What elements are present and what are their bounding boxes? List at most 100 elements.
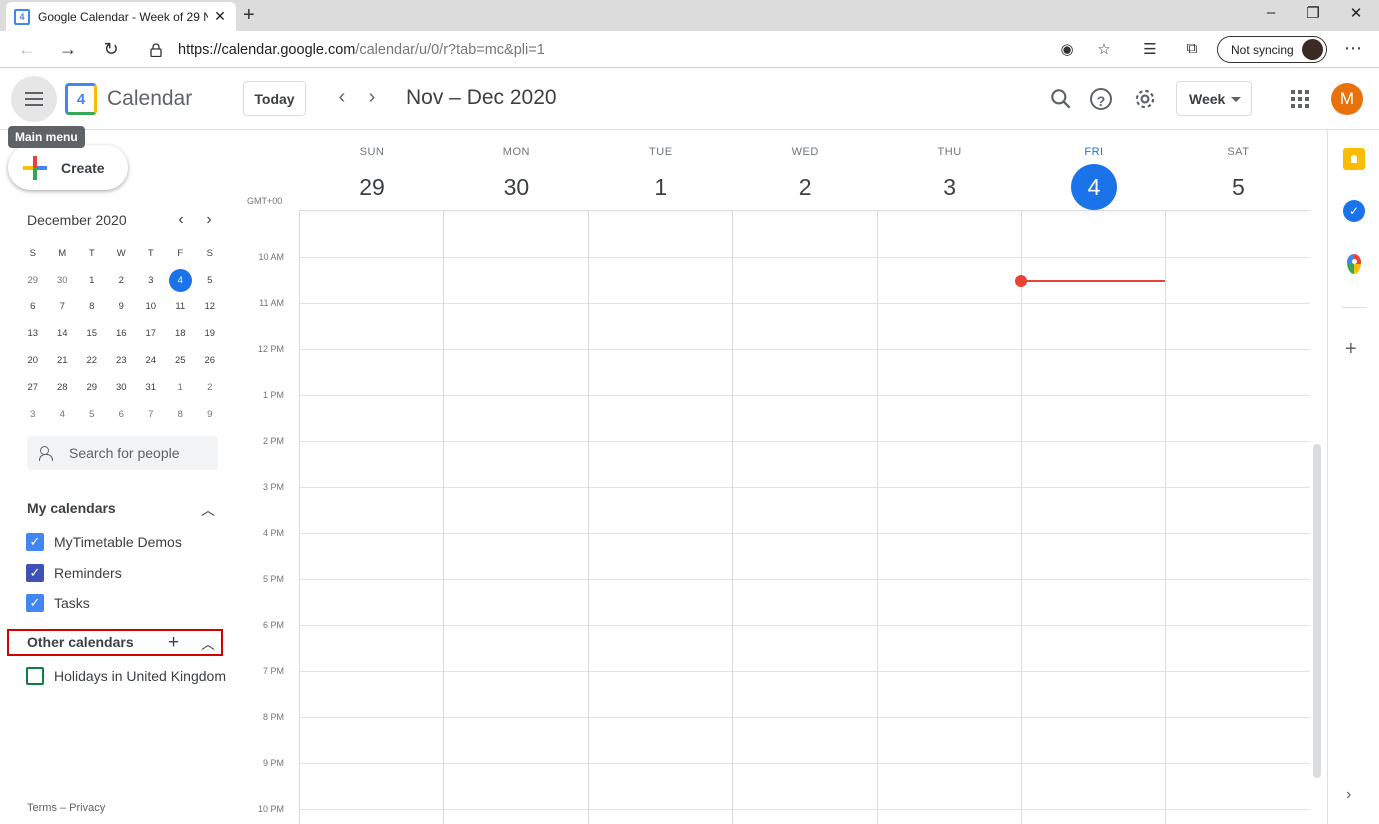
mini-day[interactable]: 29 [77, 374, 107, 401]
mini-day[interactable]: 14 [48, 320, 78, 347]
close-window-icon[interactable]: ✕ [1341, 4, 1371, 22]
calendar-item[interactable]: ✓ Reminders [26, 563, 122, 582]
account-avatar[interactable]: M [1331, 83, 1363, 115]
create-button[interactable]: Create [8, 145, 128, 190]
mini-day[interactable]: 30 [107, 374, 137, 401]
apps-grid-icon[interactable] [1291, 90, 1309, 108]
refresh-icon[interactable]: ↻ [99, 38, 123, 62]
calendar-item[interactable]: Holidays in United Kingdom [26, 667, 226, 685]
maps-icon[interactable] [1347, 254, 1361, 274]
mini-day[interactable]: 27 [18, 374, 48, 401]
mini-day[interactable]: 21 [48, 347, 78, 374]
mini-day[interactable]: 31 [136, 374, 166, 401]
mini-day[interactable]: 4 [166, 267, 196, 294]
gear-icon[interactable] [1132, 86, 1158, 112]
day-number[interactable]: 5 [1215, 164, 1261, 210]
day-header-sat[interactable]: SAT 5 [1166, 146, 1310, 210]
today-button[interactable]: Today [243, 81, 306, 116]
favorite-star-icon[interactable]: ☆ [1094, 40, 1114, 58]
mini-day[interactable]: 3 [136, 267, 166, 294]
favorites-list-icon[interactable]: ☰ [1140, 40, 1160, 58]
tracking-eye-icon[interactable]: ◉ [1057, 40, 1077, 58]
mini-prev-month-icon[interactable]: ‹ [171, 211, 191, 229]
day-number[interactable]: 2 [782, 164, 828, 210]
mini-day[interactable]: 19 [195, 320, 225, 347]
mini-day[interactable]: 7 [136, 401, 166, 428]
week-grid[interactable] [299, 211, 1310, 824]
collections-icon[interactable]: ⧉ [1182, 40, 1202, 57]
help-icon[interactable]: ? [1090, 88, 1112, 110]
day-header-wed[interactable]: WED 2 [733, 146, 877, 210]
terms-privacy-links[interactable]: Terms – Privacy [27, 802, 105, 814]
mini-day[interactable]: 1 [166, 374, 196, 401]
minimize-icon[interactable]: – [1256, 4, 1286, 21]
mini-day[interactable]: 3 [18, 401, 48, 428]
calendar-checkbox[interactable]: ✓ [26, 533, 44, 551]
mini-day[interactable]: 9 [107, 294, 137, 321]
mini-day[interactable]: 20 [18, 347, 48, 374]
main-menu-button[interactable] [11, 76, 57, 122]
mini-day[interactable]: 28 [48, 374, 78, 401]
search-icon[interactable] [1048, 86, 1074, 112]
url-field[interactable]: https://calendar.google.com/calendar/u/0… [138, 35, 1124, 64]
mini-day[interactable]: 26 [195, 347, 225, 374]
keep-icon[interactable] [1343, 148, 1365, 170]
search-people-input[interactable]: Search for people [27, 436, 218, 470]
calendar-checkbox[interactable] [26, 667, 44, 685]
mini-day[interactable]: 10 [136, 294, 166, 321]
day-header-mon[interactable]: MON 30 [444, 146, 588, 210]
restore-icon[interactable]: ❐ [1298, 4, 1328, 22]
day-header-sun[interactable]: SUN 29 [300, 146, 444, 210]
mini-day[interactable]: 24 [136, 347, 166, 374]
mini-day[interactable]: 18 [166, 320, 196, 347]
mini-day[interactable]: 9 [195, 401, 225, 428]
day-header-tue[interactable]: TUE 1 [589, 146, 733, 210]
next-week-icon[interactable]: › [361, 86, 383, 109]
day-number[interactable]: 3 [927, 164, 973, 210]
mini-day[interactable]: 8 [166, 401, 196, 428]
day-number[interactable]: 1 [638, 164, 684, 210]
my-calendars-title[interactable]: My calendars [27, 500, 116, 516]
view-select-button[interactable]: Week [1176, 81, 1252, 116]
browser-tab[interactable]: 4 Google Calendar - Week of 29 N ✕ [6, 2, 236, 31]
mini-day[interactable]: 11 [166, 294, 196, 321]
new-tab-icon[interactable]: + [243, 4, 255, 27]
collapse-other-calendars-icon[interactable]: ︿ [201, 634, 215, 654]
day-number[interactable]: 30 [493, 164, 539, 210]
mini-day[interactable]: 13 [18, 320, 48, 347]
other-calendars-title[interactable]: Other calendars [27, 634, 134, 650]
calendar-item[interactable]: ✓ MyTimetable Demos [26, 533, 182, 551]
expand-side-panel-icon[interactable]: › [1346, 786, 1351, 804]
mini-day[interactable]: 2 [195, 374, 225, 401]
close-tab-icon[interactable]: ✕ [212, 8, 228, 25]
mini-day[interactable]: 25 [166, 347, 196, 374]
mini-day[interactable]: 17 [136, 320, 166, 347]
calendar-checkbox[interactable]: ✓ [26, 594, 44, 612]
back-icon[interactable]: ← [15, 38, 39, 62]
tasks-icon[interactable]: ✓ [1343, 200, 1365, 222]
add-other-calendar-icon[interactable]: + [168, 632, 179, 654]
forward-icon[interactable]: → [56, 38, 80, 62]
mini-day[interactable]: 8 [77, 294, 107, 321]
mini-day[interactable]: 6 [18, 294, 48, 321]
collapse-my-calendars-icon[interactable]: ︿ [201, 500, 215, 520]
profile-sync-button[interactable]: Not syncing [1217, 36, 1327, 63]
previous-week-icon[interactable]: ‹ [331, 86, 353, 109]
mini-day[interactable]: 23 [107, 347, 137, 374]
more-menu-icon[interactable]: ⋯ [1341, 38, 1365, 59]
mini-day[interactable]: 2 [107, 267, 137, 294]
mini-day[interactable]: 1 [77, 267, 107, 294]
grid-scrollbar[interactable] [1313, 444, 1321, 778]
mini-day[interactable]: 22 [77, 347, 107, 374]
mini-day[interactable]: 5 [195, 267, 225, 294]
get-addons-icon[interactable]: + [1345, 338, 1357, 361]
mini-day[interactable]: 15 [77, 320, 107, 347]
mini-day[interactable]: 6 [107, 401, 137, 428]
mini-day[interactable]: 16 [107, 320, 137, 347]
mini-day[interactable]: 5 [77, 401, 107, 428]
mini-next-month-icon[interactable]: › [199, 211, 219, 229]
day-header-thu[interactable]: THU 3 [878, 146, 1022, 210]
mini-day[interactable]: 29 [18, 267, 48, 294]
mini-day[interactable]: 7 [48, 294, 78, 321]
day-number[interactable]: 29 [349, 164, 395, 210]
